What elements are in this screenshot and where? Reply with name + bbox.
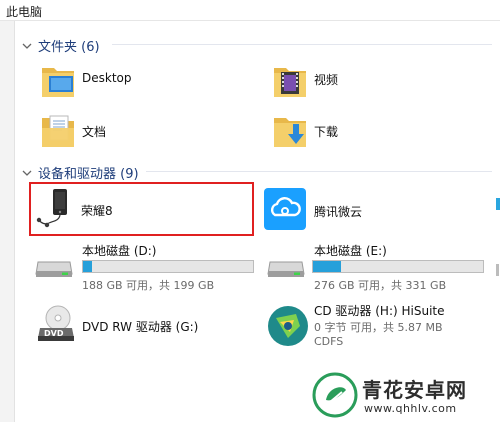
devices-group-header[interactable]: 设备和驱动器 (9) [22, 163, 139, 182]
folders-group-header[interactable]: 文件夹 (6) [22, 36, 100, 55]
svg-text:DVD: DVD [44, 329, 64, 338]
drive-usage-bar-e [312, 260, 484, 273]
dvd-drive-icon: DVD [38, 305, 74, 341]
chevron-down-icon[interactable] [22, 41, 32, 51]
drive-capacity-text-h: 0 字节 可用，共 5.87 MB [314, 321, 443, 334]
drive-item-e[interactable]: 本地磁盘 (E:) 276 GB 可用，共 331 GB [264, 240, 494, 292]
drive-label-d: 本地磁盘 (D:) [82, 244, 157, 258]
folders-group-divider [112, 44, 492, 45]
site-watermark: 青花安卓网 www.qhhlv.com [312, 370, 498, 420]
drive-usage-bar-d [82, 260, 254, 273]
weiyun-cloud-icon [264, 188, 306, 230]
drive-item-g[interactable]: DVD DVD RW 驱动器 (G:) [32, 300, 256, 348]
folder-item-documents[interactable]: 文档 [40, 108, 240, 152]
chevron-down-icon[interactable] [22, 168, 32, 178]
watermark-text: 青花安卓网 [362, 378, 467, 402]
drive-item-h[interactable]: CD 驱动器 (H:) HiSuite 0 字节 可用，共 5.87 MB CD… [264, 300, 494, 350]
clipped-item-marker [496, 198, 500, 210]
hisuite-cd-icon [268, 306, 308, 346]
drive-item-d[interactable]: 本地磁盘 (D:) 188 GB 可用，共 199 GB [32, 240, 256, 292]
navigation-pane[interactable] [0, 21, 15, 422]
drive-usage-text-d: 188 GB 可用，共 199 GB [82, 279, 215, 292]
drive-usage-text-e: 276 GB 可用，共 331 GB [314, 279, 447, 292]
desktop-folder-icon [42, 68, 74, 97]
hard-drive-icon [267, 261, 305, 277]
hard-drive-icon [35, 261, 73, 277]
watermark-logo-icon [312, 372, 358, 418]
window-title: 此电脑 [6, 5, 43, 19]
device-item-weiyun[interactable]: 腾讯微云 [264, 186, 484, 232]
videos-folder-icon [274, 68, 306, 97]
titlebar-divider [0, 20, 500, 21]
devices-group-title: 设备和驱动器 (9) [38, 167, 139, 182]
watermark-url: www.qhhlv.com [364, 402, 457, 415]
device-label-weiyun: 腾讯微云 [314, 205, 363, 219]
drive-usage-fill-e [313, 261, 342, 272]
phone-icon [36, 189, 67, 228]
devices-group-divider [146, 171, 492, 172]
drive-label-e: 本地磁盘 (E:) [314, 244, 387, 258]
device-item-honor8[interactable]: 荣耀8 [29, 182, 254, 236]
folder-label-desktop: Desktop [82, 71, 132, 85]
clipped-item-marker [496, 264, 499, 276]
folder-label-downloads: 下载 [314, 125, 339, 139]
drive-filesystem-text-h: CDFS [314, 335, 344, 348]
folder-item-downloads[interactable]: 下载 [272, 108, 472, 152]
right-edge-clipped-column [494, 21, 500, 422]
documents-folder-icon [42, 115, 74, 147]
folders-group-title: 文件夹 (6) [38, 40, 100, 55]
folder-item-videos[interactable]: 视频 [272, 58, 472, 102]
folder-item-desktop[interactable]: Desktop [40, 58, 240, 102]
window-titlebar [0, 0, 500, 20]
folder-label-videos: 视频 [314, 73, 339, 87]
drive-usage-fill-d [83, 261, 93, 272]
downloads-folder-icon [274, 118, 306, 147]
drive-label-g: DVD RW 驱动器 (G:) [82, 320, 199, 334]
folder-label-documents: 文档 [82, 125, 107, 139]
drive-label-h: CD 驱动器 (H:) HiSuite [314, 304, 445, 318]
device-label-honor8: 荣耀8 [81, 204, 113, 218]
